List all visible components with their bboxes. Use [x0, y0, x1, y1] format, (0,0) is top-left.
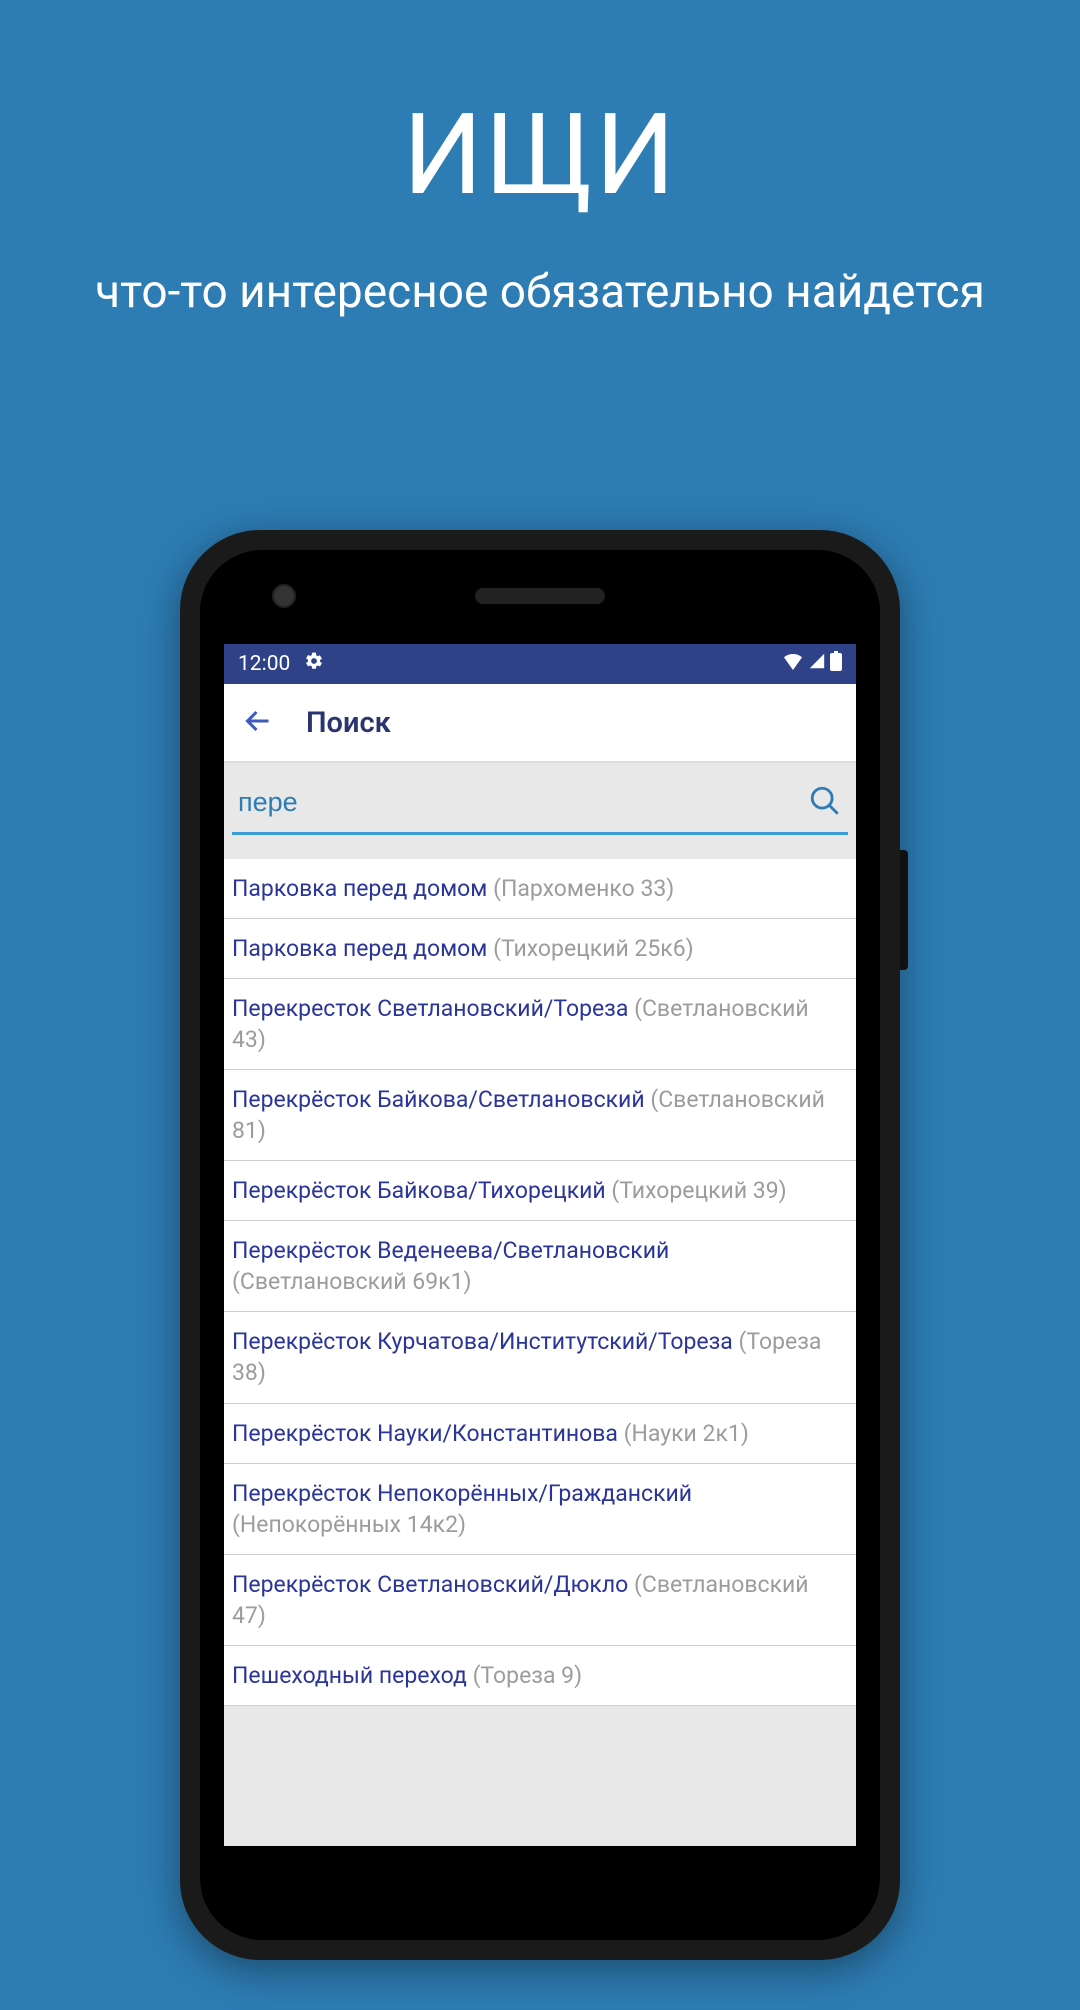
phone-mockup: 12:00 — [180, 530, 900, 1960]
hero-title: ИЩИ — [0, 90, 1080, 221]
result-title: Перекрёсток Байкова/Тихорецкий — [232, 1177, 606, 1204]
list-item[interactable]: Парковка перед домом (Тихорецкий 25к6) — [224, 919, 856, 979]
list-item[interactable]: Перекрёсток Байкова/Светлановский (Светл… — [224, 1070, 856, 1161]
results-list: Парковка перед домом (Пархоменко 33) Пар… — [224, 859, 856, 1706]
result-title: Перекресток Светлановский/Тореза — [232, 995, 628, 1022]
list-item[interactable]: Парковка перед домом (Пархоменко 33) — [224, 859, 856, 919]
search-icon[interactable] — [808, 784, 842, 822]
result-title: Парковка перед домом — [232, 935, 487, 962]
result-title: Перекрёсток Непокорённых/Гражданский — [232, 1480, 692, 1507]
phone-side-button — [900, 850, 908, 970]
status-bar: 12:00 — [224, 644, 856, 684]
result-sub: (Пархоменко 33) — [493, 875, 674, 902]
result-title: Перекрёсток Науки/Константинова — [232, 1420, 618, 1447]
search-container — [224, 762, 856, 835]
result-title: Перекрёсток Курчатова/Институтский/Торез… — [232, 1328, 733, 1355]
result-sub: (Науки 2к1) — [624, 1420, 749, 1447]
result-sub: (Тихорецкий 39) — [611, 1177, 786, 1204]
result-title: Перекрёсток Светлановский/Дюкло — [232, 1571, 628, 1598]
phone-screen: 12:00 — [224, 644, 856, 1846]
status-bar-left: 12:00 — [238, 651, 324, 677]
list-item[interactable]: Перекрёсток Веденеева/Светлановский (Све… — [224, 1221, 856, 1312]
phone-camera — [272, 584, 296, 608]
search-field[interactable] — [232, 773, 848, 835]
result-sub: (Светлановский 69к1) — [232, 1268, 472, 1295]
app-header: Поиск — [224, 684, 856, 762]
search-input[interactable] — [238, 787, 798, 818]
wifi-icon — [782, 652, 804, 676]
list-item[interactable]: Перекрёсток Науки/Константинова (Науки 2… — [224, 1404, 856, 1464]
list-item[interactable]: Перекрёсток Светлановский/Дюкло (Светлан… — [224, 1555, 856, 1646]
list-item[interactable]: Пешеходный переход (Тореза 9) — [224, 1646, 856, 1706]
list-item[interactable]: Перекрёсток Байкова/Тихорецкий (Тихорецк… — [224, 1161, 856, 1221]
list-item[interactable]: Перекресток Светлановский/Тореза (Светла… — [224, 979, 856, 1070]
signal-icon — [808, 652, 826, 676]
result-title: Парковка перед домом — [232, 875, 487, 902]
result-title: Перекрёсток Веденеева/Светлановский — [232, 1237, 669, 1264]
result-sub: (Непокорённых 14к2) — [232, 1511, 466, 1538]
status-bar-right — [782, 651, 842, 677]
page-title: Поиск — [306, 706, 391, 740]
result-title: Перекрёсток Байкова/Светлановский — [232, 1086, 645, 1113]
phone-inner: 12:00 — [200, 550, 880, 1940]
hero-subtitle: что-то интересное обязательно найдется — [0, 261, 1080, 323]
result-title: Пешеходный переход — [232, 1662, 467, 1689]
status-time: 12:00 — [238, 652, 290, 676]
list-item[interactable]: Перекрёсток Непокорённых/Гражданский (Не… — [224, 1464, 856, 1555]
gear-icon — [304, 651, 324, 677]
result-sub: (Тихорецкий 25к6) — [493, 935, 694, 962]
battery-icon — [830, 651, 842, 677]
result-sub: (Тореза 9) — [473, 1662, 583, 1689]
list-item[interactable]: Перекрёсток Курчатова/Институтский/Торез… — [224, 1312, 856, 1403]
phone-speaker — [475, 588, 605, 604]
back-button[interactable] — [240, 703, 276, 743]
